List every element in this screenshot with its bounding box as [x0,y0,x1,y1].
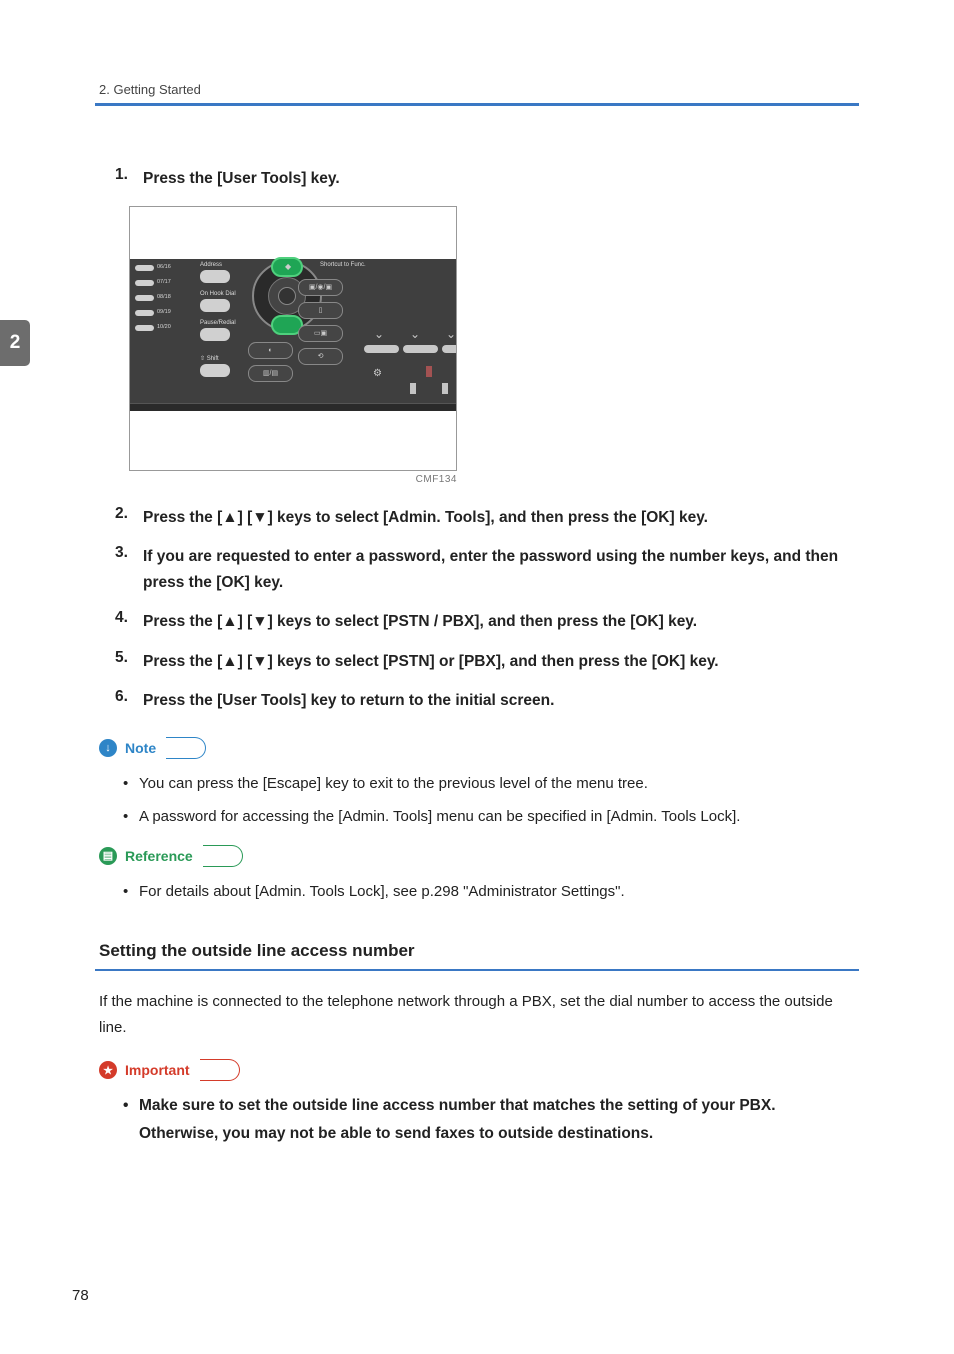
step-5: 5. Press the [▲] [▼] keys to select [PST… [115,649,859,675]
label-pause: Pause/Redial [200,320,250,326]
onhook-button [200,299,230,312]
right-panel: ⌄ ⌄ ⌄ ⚙ [358,265,456,395]
soft-key [442,345,457,353]
page: 2 2. Getting Started 1. Press the [User … [0,0,954,1354]
diamond-icon: ◆ [285,262,291,271]
button-column-2: ▣/◉/▣ ▯ ▭▣ ⟲ [298,279,360,371]
soft-key [364,345,399,353]
label-onhook: On Hook Dial [200,291,250,297]
important-label: Important [121,1060,202,1080]
reference-list: For details about [Admin. Tools Lock], s… [95,878,859,905]
step-text: Press the [User Tools] key. [143,166,859,192]
callout-tail [166,737,206,759]
chevron-down-icon: ⌄ [446,327,456,341]
density-button: ◐ [248,342,293,359]
subheading-rule [95,969,859,972]
subheading: Setting the outside line access number [99,941,859,961]
chevron-down-icon: ⌄ [374,327,384,341]
panel-base [130,403,456,411]
important-icon: ★ [99,1061,117,1079]
note-label: Note [121,738,168,758]
key-label: 10/20 [157,325,167,331]
figure-panel: 06/16 07/17 08/18 09/19 10/20 Address On… [129,206,457,471]
pause-button [200,328,230,341]
callout-tail [200,1059,240,1081]
step-number: 5. [115,649,133,675]
soft-key [403,345,438,353]
procedure-list-cont: 2. Press the [▲] [▼] keys to select [Adm… [95,505,859,714]
address-button [200,270,230,283]
gear-icon: ⚙ [373,368,382,379]
header-rule [95,103,859,106]
step-2: 2. Press the [▲] [▼] keys to select [Adm… [115,505,859,531]
figure-caption: CMF134 [129,474,457,485]
note-icon: ↓ [99,739,117,757]
quality-button: ▥/▤ [248,365,293,382]
reference-callout: ▤ Reference [99,844,243,868]
left-key-column: 06/16 07/17 08/18 09/19 10/20 [135,265,197,340]
reference-icon: ▤ [99,847,117,865]
procedure-list: 1. Press the [User Tools] key. [95,166,859,192]
running-head: 2. Getting Started [99,82,859,97]
step-6: 6. Press the [User Tools] key to return … [115,688,859,714]
note-item: A password for accessing the [Admin. Too… [123,803,859,830]
step-text: If you are requested to enter a password… [143,544,859,595]
key-label: 08/18 [157,295,167,301]
key-label: 07/17 [157,280,167,286]
step-text: Press the [▲] [▼] keys to select [PSTN /… [143,609,859,635]
important-item: Make sure to set the outside line access… [123,1092,859,1148]
chevron-down-icon: ⌄ [410,327,420,341]
alert-lamp-icon [426,366,432,377]
step-4: 4. Press the [▲] [▼] keys to select [PST… [115,609,859,635]
step-text: Press the [User Tools] key to return to … [143,688,859,714]
callout-tail [203,845,243,867]
step-number: 2. [115,505,133,531]
shift-button [200,364,230,377]
note-item: You can press the [Escape] key to exit t… [123,770,859,797]
step-number: 4. [115,609,133,635]
key-label: 06/16 [157,265,167,271]
important-list: Make sure to set the outside line access… [95,1092,859,1148]
escape-button: ⟲ [298,348,343,365]
note-callout: ↓ Note [99,736,206,760]
figure: 06/16 07/17 08/18 09/19 10/20 Address On… [129,206,457,485]
chapter-tab: 2 [0,320,30,366]
step-number: 1. [115,166,133,192]
body-paragraph: If the machine is connected to the telep… [99,989,855,1040]
label-address: Address [200,262,250,268]
label-column: Address On Hook Dial Pause/Redial ⇧ Shif… [200,262,250,385]
idcard-button: ▭▣ [298,325,343,342]
important-callout: ★ Important [99,1058,240,1082]
step-3: 3. If you are requested to enter a passw… [115,544,859,595]
key-label: 09/19 [157,310,167,316]
page-number: 78 [72,1287,89,1304]
func-button: ▣/◉/▣ [298,279,343,296]
lamp-icon [442,383,448,394]
copies-button: ▯ [298,302,343,319]
step-number: 6. [115,688,133,714]
label-shift: ⇧ Shift [200,355,250,362]
step-text: Press the [▲] [▼] keys to select [Admin.… [143,505,859,531]
step-1: 1. Press the [User Tools] key. [115,166,859,192]
reference-item: For details about [Admin. Tools Lock], s… [123,878,859,905]
step-number: 3. [115,544,133,595]
step-text: Press the [▲] [▼] keys to select [PSTN] … [143,649,859,675]
reference-label: Reference [121,846,205,866]
lamp-icon [410,383,416,394]
note-list: You can press the [Escape] key to exit t… [95,770,859,830]
